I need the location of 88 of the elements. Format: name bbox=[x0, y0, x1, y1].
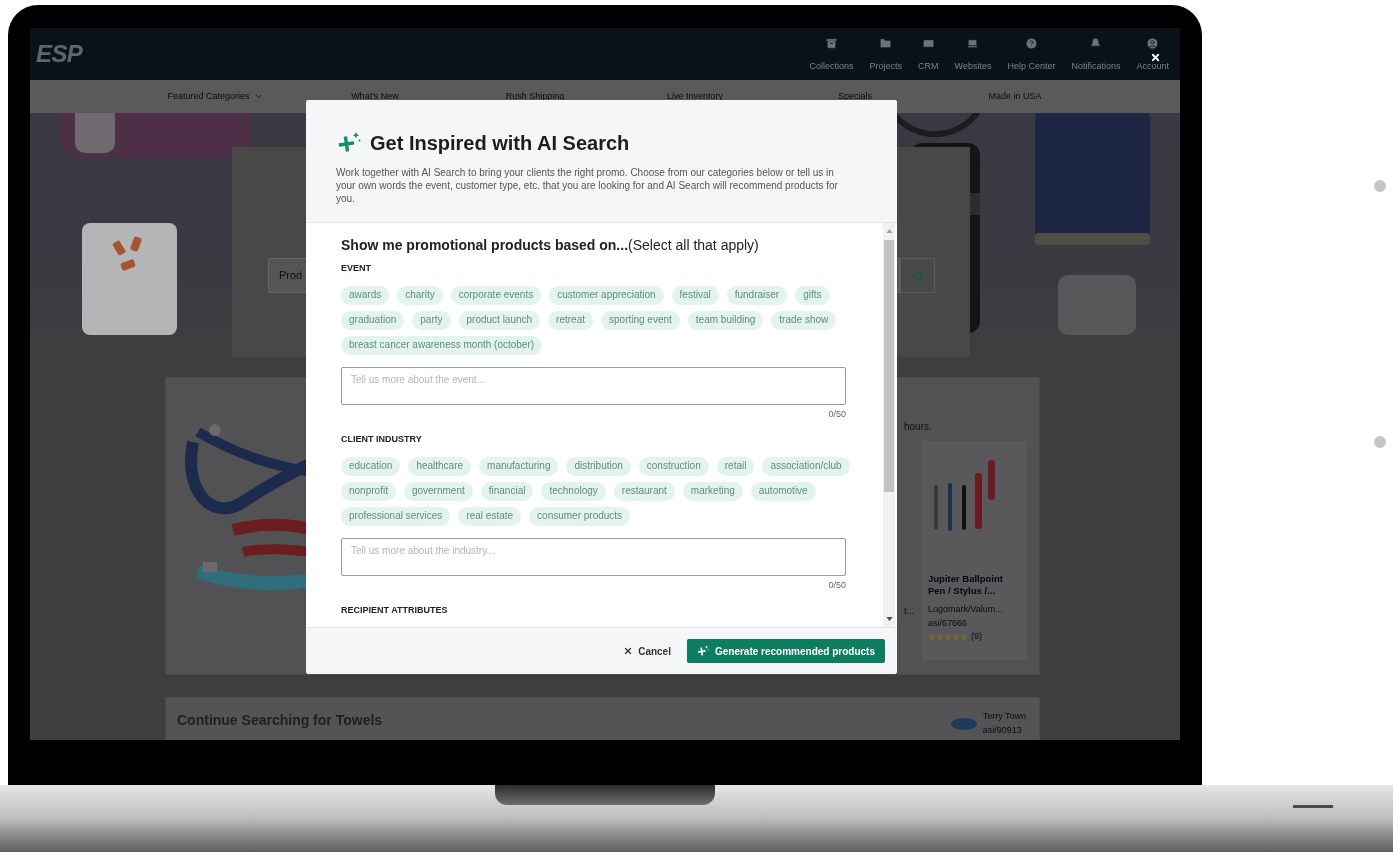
tag-chip[interactable]: team building bbox=[687, 310, 764, 330]
nav-icon[interactable] bbox=[921, 37, 935, 50]
section-label: EVENT bbox=[341, 262, 372, 275]
section-label: RECIPIENT ATTRIBUTES bbox=[341, 604, 449, 617]
nav-icon[interactable] bbox=[1089, 37, 1103, 50]
tag-chip[interactable]: association/club bbox=[762, 456, 850, 476]
close-button[interactable] bbox=[1150, 52, 1161, 63]
nav-icon[interactable] bbox=[825, 37, 838, 50]
tag-chip[interactable]: healthcare bbox=[408, 456, 472, 476]
sparkle-plus-icon bbox=[696, 645, 709, 657]
section-note: hours. bbox=[904, 420, 933, 434]
asi-number: asi/67666 bbox=[928, 616, 969, 630]
product-card[interactable]: Jupiter Ballpoint Pen / Stylus /... Logomark/Valum... asi/67666 (9) bbox=[922, 441, 1027, 660]
category-link[interactable]: Featured Categories bbox=[135, 89, 295, 104]
tag-chip[interactable]: manufacturing bbox=[479, 456, 559, 476]
tag-chip[interactable]: professional services bbox=[341, 506, 451, 526]
chevron-down-icon bbox=[253, 92, 263, 101]
review-count: (9) bbox=[971, 630, 982, 643]
nav-icon[interactable] bbox=[1146, 37, 1160, 50]
nav-link[interactable]: Projects bbox=[869, 62, 903, 71]
tag-chip[interactable]: consumer products bbox=[529, 506, 631, 526]
description-field[interactable]: Tell us more about the event... bbox=[341, 366, 846, 405]
tag-chip[interactable]: real estate bbox=[458, 506, 522, 526]
nav-icon[interactable] bbox=[1024, 37, 1038, 50]
tag-chip[interactable]: corporate events bbox=[450, 285, 542, 305]
tag-chip[interactable]: education bbox=[341, 456, 401, 476]
close-icon bbox=[623, 646, 634, 656]
cancel-button[interactable]: Cancel bbox=[623, 643, 671, 659]
nav-link[interactable]: Websites bbox=[954, 62, 992, 71]
tag-chip[interactable]: construction bbox=[638, 456, 709, 476]
nav-icon[interactable] bbox=[879, 37, 893, 50]
tag-chip[interactable]: breast cancer awareness month (october) bbox=[341, 335, 543, 355]
tag-chip[interactable]: party bbox=[412, 310, 451, 330]
tag-chip[interactable]: graduation bbox=[341, 310, 405, 330]
tag-chip[interactable]: charity bbox=[397, 285, 443, 305]
dialog-title: Get Inspired with AI Search bbox=[370, 131, 630, 156]
nav-link[interactable]: CRM bbox=[918, 62, 939, 71]
tag-chip[interactable]: product launch bbox=[458, 310, 541, 330]
description-field[interactable]: Tell us more about the industry... bbox=[341, 537, 846, 576]
sparkle-plus-icon bbox=[336, 131, 362, 155]
tag-chip[interactable]: fundraiser bbox=[726, 285, 788, 305]
bullet-icon bbox=[1374, 436, 1386, 448]
tag-chip[interactable]: distribution bbox=[566, 456, 631, 476]
category-link[interactable]: Made in USA bbox=[935, 89, 1095, 104]
indicator-light bbox=[1293, 805, 1333, 808]
logo[interactable]: ESP bbox=[36, 36, 83, 72]
product-subtitle: t... bbox=[904, 605, 914, 618]
generate-button[interactable]: Generate recommended products bbox=[686, 639, 885, 663]
tag-chip[interactable]: automotive bbox=[750, 481, 816, 501]
category-link[interactable]: Specials bbox=[775, 89, 935, 104]
tag-chip[interactable]: retreat bbox=[548, 310, 593, 330]
tag-chip[interactable]: retail bbox=[716, 456, 755, 476]
category-link[interactable]: Live Inventory bbox=[615, 89, 775, 104]
scroll-up-icon[interactable] bbox=[885, 229, 893, 233]
bullet-icon bbox=[1374, 180, 1386, 192]
search-icon bbox=[912, 270, 923, 281]
prompt-text: Show me promotional products based on...(Select all that apply) bbox=[341, 236, 760, 255]
nav-link[interactable]: Account bbox=[1136, 62, 1169, 71]
tag-chip[interactable]: government bbox=[403, 481, 473, 501]
tag-chip[interactable]: marketing bbox=[682, 481, 743, 501]
supplier-logo-icon bbox=[950, 717, 977, 730]
section-label: CLIENT INDUSTRY bbox=[341, 433, 423, 446]
dialog-description: Work together with AI Search to bring your clients the right promo. Choose from our categories below or tell us in your own words the event, customer type, etc. that you are looking for and AI Search will recommend products for you. bbox=[336, 166, 839, 205]
scroll-down-icon[interactable] bbox=[885, 617, 893, 621]
supplier-name: Terry Town bbox=[982, 710, 1026, 723]
category-link[interactable]: What's New bbox=[295, 89, 455, 104]
nav-link[interactable]: Notifications bbox=[1071, 62, 1121, 71]
tag-chip[interactable]: festival bbox=[671, 285, 719, 305]
tag-chip[interactable]: awards bbox=[341, 285, 390, 305]
tag-chip[interactable]: technology bbox=[541, 481, 606, 501]
scrollbar-thumb[interactable] bbox=[884, 240, 894, 492]
nav-link[interactable]: Help Center bbox=[1007, 62, 1056, 71]
tag-chip[interactable]: sporting event bbox=[601, 310, 680, 330]
scrollbar[interactable] bbox=[883, 223, 895, 627]
product-name: Jupiter Ballpoint Pen / Stylus /... bbox=[928, 573, 1004, 597]
tag-chip[interactable]: financial bbox=[480, 481, 534, 501]
tag-chip[interactable]: gifts bbox=[795, 285, 830, 305]
tag-chip[interactable]: nonprofit bbox=[341, 481, 396, 501]
tag-chip[interactable]: trade show bbox=[771, 310, 837, 330]
asi-number: asi/90913 bbox=[982, 723, 1023, 737]
tag-chip[interactable]: restaurant bbox=[613, 481, 675, 501]
character-counter: 0/50 bbox=[828, 407, 846, 421]
supplier-name: Logomark/Valum... bbox=[928, 603, 1004, 616]
close-icon bbox=[1150, 52, 1161, 63]
nav-link[interactable]: Collections bbox=[809, 62, 854, 71]
nav-icon[interactable] bbox=[966, 37, 980, 50]
character-counter: 0/50 bbox=[828, 578, 846, 592]
tag-chip[interactable]: customer appreciation bbox=[549, 285, 664, 305]
